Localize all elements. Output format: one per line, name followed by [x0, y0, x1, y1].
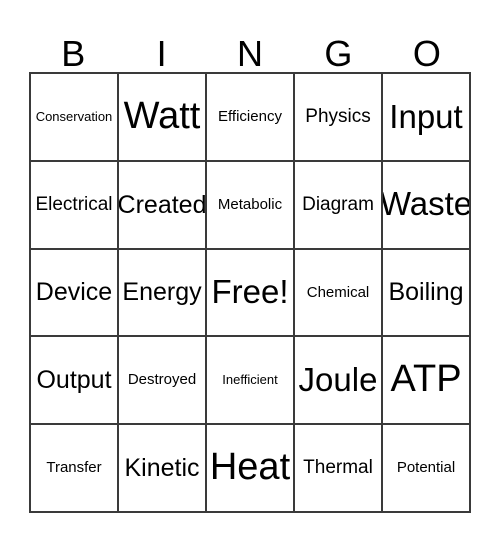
- bingo-header-letter-n: N: [237, 33, 264, 74]
- bingo-cell[interactable]: Created: [119, 161, 207, 250]
- bingo-cell[interactable]: Efficiency: [207, 74, 295, 162]
- bingo-cell-label: Waste: [383, 185, 471, 223]
- bingo-cell[interactable]: Energy: [119, 249, 207, 338]
- bingo-cell[interactable]: Electrical: [31, 161, 119, 250]
- bingo-cell[interactable]: Boiling: [383, 249, 471, 338]
- bingo-cell-label: Joule: [298, 360, 378, 398]
- bingo-cell-label: Free!: [211, 273, 289, 311]
- bingo-cell-label: Energy: [122, 278, 202, 307]
- bingo-cell[interactable]: ATP: [383, 337, 471, 426]
- bingo-cell-label: Electrical: [35, 193, 113, 215]
- bingo-card: B I N G O Conservation Watt Efficiency Physics I…: [0, 0, 500, 544]
- bingo-header-letter-b: B: [61, 33, 86, 74]
- bingo-cell-label: ATP: [390, 358, 462, 401]
- bingo-header-letter-i: I: [156, 33, 167, 74]
- bingo-grid: Conservation Watt Efficiency Physics Input El…: [29, 72, 471, 513]
- bingo-cell[interactable]: Destroyed: [119, 337, 207, 426]
- bingo-cell[interactable]: Joule: [295, 337, 383, 426]
- bingo-cell-label: Created: [119, 190, 207, 219]
- bingo-cell-label: Potential: [396, 459, 456, 477]
- bingo-cell[interactable]: Diagram: [295, 161, 383, 250]
- bingo-cell-label: Chemical: [306, 283, 370, 301]
- bingo-cell[interactable]: Input: [383, 74, 471, 162]
- bingo-cell[interactable]: Chemical: [295, 249, 383, 338]
- bingo-cell-label: Boiling: [388, 278, 464, 307]
- bingo-cell-label: Transfer: [46, 459, 102, 477]
- bingo-cell[interactable]: Inefficient: [207, 337, 295, 426]
- bingo-cell[interactable]: Potential: [383, 425, 471, 513]
- bingo-cell-label: Inefficient: [222, 372, 278, 388]
- bingo-cell[interactable]: Watt: [119, 74, 207, 162]
- bingo-cell[interactable]: Waste: [383, 161, 471, 250]
- bingo-cell-label: Input: [389, 97, 463, 135]
- bingo-header: BINGO: [29, 18, 471, 72]
- bingo-cell-label: Physics: [305, 105, 371, 127]
- bingo-cell[interactable]: Device: [31, 249, 119, 338]
- bingo-cell-label: Device: [35, 278, 113, 307]
- bingo-cell[interactable]: Thermal: [295, 425, 383, 513]
- bingo-cell-label: Watt: [123, 94, 201, 137]
- bingo-cell[interactable]: Output: [31, 337, 119, 426]
- bingo-cell-label: Thermal: [303, 457, 373, 479]
- bingo-cell-label: Diagram: [302, 193, 374, 215]
- bingo-cell-label: Metabolic: [217, 195, 283, 213]
- bingo-cell[interactable]: Metabolic: [207, 161, 295, 250]
- bingo-cell[interactable]: Physics: [295, 74, 383, 162]
- bingo-cell[interactable]: Kinetic: [119, 425, 207, 513]
- bingo-cell-label: Conservation: [35, 109, 113, 125]
- bingo-cell-label: Destroyed: [127, 371, 197, 389]
- bingo-cell[interactable]: Conservation: [31, 74, 119, 162]
- bingo-header-letter-o: O: [412, 33, 441, 74]
- bingo-cell-label: Kinetic: [124, 453, 200, 482]
- bingo-cell[interactable]: Heat: [207, 425, 295, 513]
- bingo-cell-label: Efficiency: [218, 108, 282, 126]
- bingo-header-letter-g: G: [324, 33, 353, 74]
- bingo-cell-label: Output: [36, 366, 112, 395]
- bingo-cell-label: Heat: [209, 446, 291, 489]
- bingo-cell[interactable]: Free!: [207, 249, 295, 338]
- bingo-cell[interactable]: Transfer: [31, 425, 119, 513]
